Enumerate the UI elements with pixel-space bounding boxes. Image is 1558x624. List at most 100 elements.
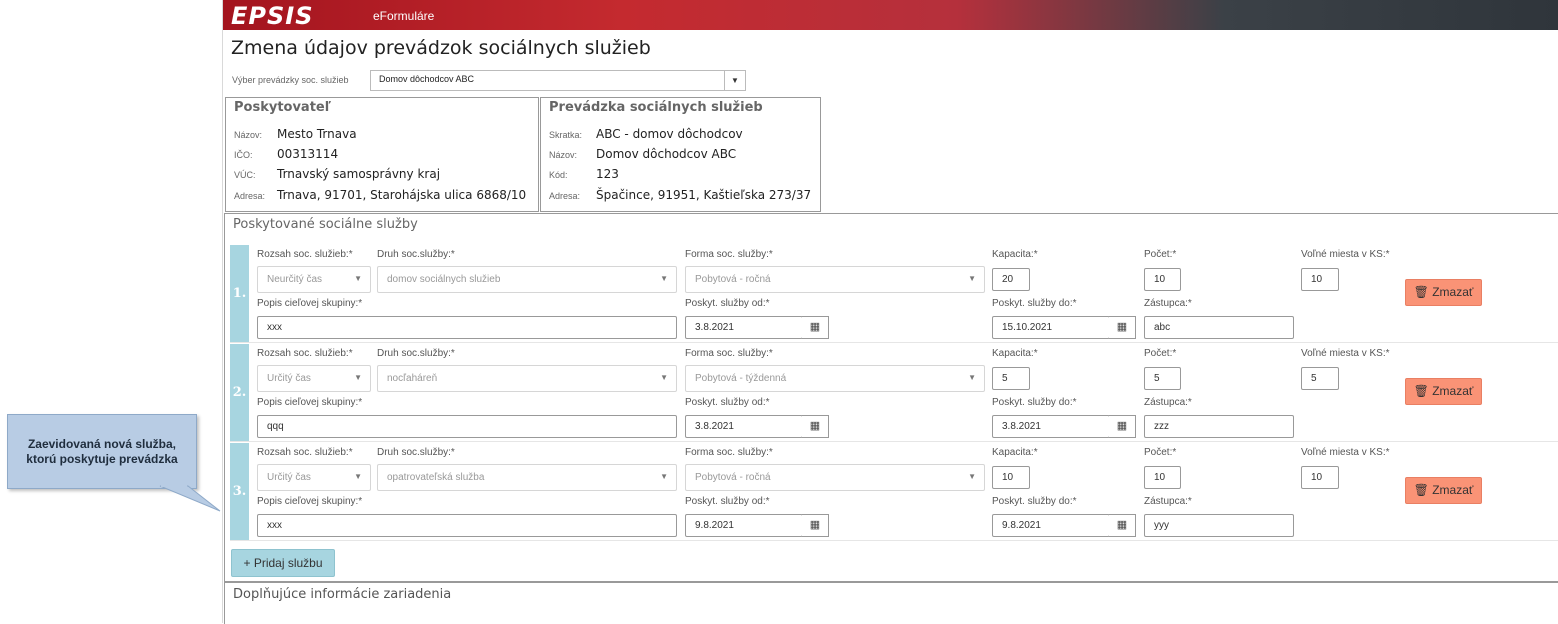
count-value: 5	[1154, 373, 1160, 384]
field-value: Trnava, 91701, Starohájska ulica 6868/10	[277, 188, 527, 202]
calendar-icon[interactable]: ▦	[802, 316, 829, 339]
target-group-label: Popis cieľovej skupiny:*	[257, 298, 363, 309]
field-value: 123	[596, 167, 619, 181]
service-to-label: Poskyt. služby do:*	[992, 298, 1077, 309]
field-key: Adresa:	[234, 191, 266, 201]
deputy-value: abc	[1154, 322, 1171, 333]
calendar-icon[interactable]: ▦	[1109, 316, 1136, 339]
target-group-input[interactable]: xxx	[257, 514, 677, 537]
type-select[interactable]: domov sociálnych služieb ▼	[377, 266, 677, 293]
capacity-input[interactable]: 20	[992, 268, 1030, 291]
scope-select[interactable]: Neurčitý čas ▼	[257, 266, 371, 293]
capacity-input[interactable]: 10	[992, 466, 1030, 489]
calendar-icon[interactable]: ▦	[802, 514, 829, 537]
delete-service-button[interactable]: 🗑 Zmazať	[1405, 378, 1482, 405]
add-service-label: Pridaj službu	[253, 556, 323, 570]
deputy-label: Zástupca:*	[1144, 397, 1192, 408]
services-title: Poskytované sociálne služby	[233, 217, 418, 232]
field-key: Adresa:	[549, 191, 581, 201]
target-group-input[interactable]: xxx	[257, 316, 677, 339]
target-group-input[interactable]: qqq	[257, 415, 677, 438]
service-to-date-input[interactable]: 3.8.2021	[992, 415, 1110, 438]
count-input[interactable]: 5	[1144, 367, 1181, 390]
service-from-value: 3.8.2021	[695, 322, 734, 333]
delete-service-button[interactable]: 🗑 Zmazať	[1405, 477, 1482, 504]
service-to-date-input[interactable]: 15.10.2021	[992, 316, 1110, 339]
free-places-value: 10	[1311, 274, 1323, 285]
page-title: Zmena údajov prevádzok sociálnych služie…	[231, 37, 651, 59]
epsis-logo[interactable]: EPSIS	[231, 2, 313, 30]
capacity-input[interactable]: 5	[992, 367, 1030, 390]
extra-info-title: Doplňujúce informácie zariadenia	[233, 587, 452, 602]
count-input[interactable]: 10	[1144, 466, 1181, 489]
free-places-value: 5	[1311, 373, 1317, 384]
chevron-down-icon: ▼	[354, 373, 362, 382]
target-group-value: qqq	[267, 421, 284, 432]
type-select[interactable]: nocľaháreň ▼	[377, 365, 677, 392]
facility-selector[interactable]: Domov dôchodcov ABC ▼	[370, 70, 746, 91]
target-group-label: Popis cieľovej skupiny:*	[257, 397, 363, 408]
facility-code-row: Kód: 123	[549, 167, 619, 181]
row-number: 1.	[230, 245, 249, 342]
type-value: opatrovateľská služba	[387, 472, 485, 483]
calendar-icon[interactable]: ▦	[1109, 514, 1136, 537]
free-places-input[interactable]: 5	[1301, 367, 1339, 390]
add-service-button[interactable]: + Pridaj službu	[231, 549, 335, 577]
provider-ico-row: IČO: 00313114	[234, 147, 338, 161]
form-select[interactable]: Pobytová - týždenná ▼	[685, 365, 985, 392]
row-number: 3.	[230, 443, 249, 540]
field-value: Mesto Trnava	[277, 127, 357, 141]
callout-pointer	[159, 485, 221, 512]
count-label: Počet:*	[1144, 249, 1177, 260]
service-from-label: Poskyt. služby od:*	[685, 397, 770, 408]
target-group-label: Popis cieľovej skupiny:*	[257, 496, 363, 507]
scope-select[interactable]: Určitý čas ▼	[257, 365, 371, 392]
delete-label: Zmazať	[1432, 285, 1474, 299]
form-value: Pobytová - ročná	[695, 472, 771, 483]
app-name: eFormuláre	[373, 9, 435, 23]
type-value: nocľaháreň	[387, 373, 438, 384]
deputy-input[interactable]: yyy	[1144, 514, 1294, 537]
free-places-input[interactable]: 10	[1301, 268, 1339, 291]
chevron-down-icon: ▼	[354, 274, 362, 283]
service-to-value: 15.10.2021	[1002, 322, 1053, 333]
row-number: 2.	[230, 344, 249, 441]
form-value: Pobytová - ročná	[695, 274, 771, 285]
service-to-value: 9.8.2021	[1002, 520, 1041, 531]
chevron-down-icon[interactable]: ▼	[724, 71, 745, 90]
chevron-down-icon: ▼	[968, 373, 976, 382]
delete-service-button[interactable]: 🗑 Zmazať	[1405, 279, 1482, 306]
deputy-input[interactable]: abc	[1144, 316, 1294, 339]
service-to-date-input[interactable]: 9.8.2021	[992, 514, 1110, 537]
form-select[interactable]: Pobytová - ročná ▼	[685, 464, 985, 491]
field-key: Kód:	[549, 170, 568, 180]
calendar-icon[interactable]: ▦	[1109, 415, 1136, 438]
deputy-input[interactable]: zzz	[1144, 415, 1294, 438]
count-input[interactable]: 10	[1144, 268, 1181, 291]
extra-info-section: Doplňujúce informácie zariadenia	[224, 582, 1558, 624]
service-from-date-input[interactable]: 9.8.2021	[685, 514, 803, 537]
app-header: EPSIS eFormuláre	[223, 0, 1558, 30]
trash-icon: 🗑	[1413, 384, 1429, 398]
service-from-date-input[interactable]: 3.8.2021	[685, 316, 803, 339]
service-row: 1. Rozsah soc. služieb:* Druh soc.služby…	[230, 245, 1558, 343]
form-select[interactable]: Pobytová - ročná ▼	[685, 266, 985, 293]
provider-vuc-row: VÚC: Trnavský samosprávny kraj	[234, 167, 440, 181]
calendar-icon[interactable]: ▦	[802, 415, 829, 438]
field-value: Špačince, 91951, Kaštieľska 273/37	[596, 188, 812, 202]
scope-select[interactable]: Určitý čas ▼	[257, 464, 371, 491]
service-to-label: Poskyt. služby do:*	[992, 397, 1077, 408]
free-places-input[interactable]: 10	[1301, 466, 1339, 489]
target-group-value: xxx	[267, 322, 282, 333]
provider-address-row: Adresa: Trnava, 91701, Starohájska ulica …	[234, 188, 526, 202]
type-label: Druh soc.služby:*	[377, 447, 455, 458]
service-from-value: 9.8.2021	[695, 520, 734, 531]
annotation-callout: Zaevidovaná nová služba, ktorú poskytuje…	[7, 414, 197, 489]
service-row: 3. Rozsah soc. služieb:* Druh soc.služby…	[230, 443, 1558, 541]
target-group-value: xxx	[267, 520, 282, 531]
facility-title: Prevádzka sociálnych služieb	[549, 100, 763, 115]
type-select[interactable]: opatrovateľská služba ▼	[377, 464, 677, 491]
deputy-label: Zástupca:*	[1144, 496, 1192, 507]
service-from-date-input[interactable]: 3.8.2021	[685, 415, 803, 438]
free-places-value: 10	[1311, 472, 1323, 483]
